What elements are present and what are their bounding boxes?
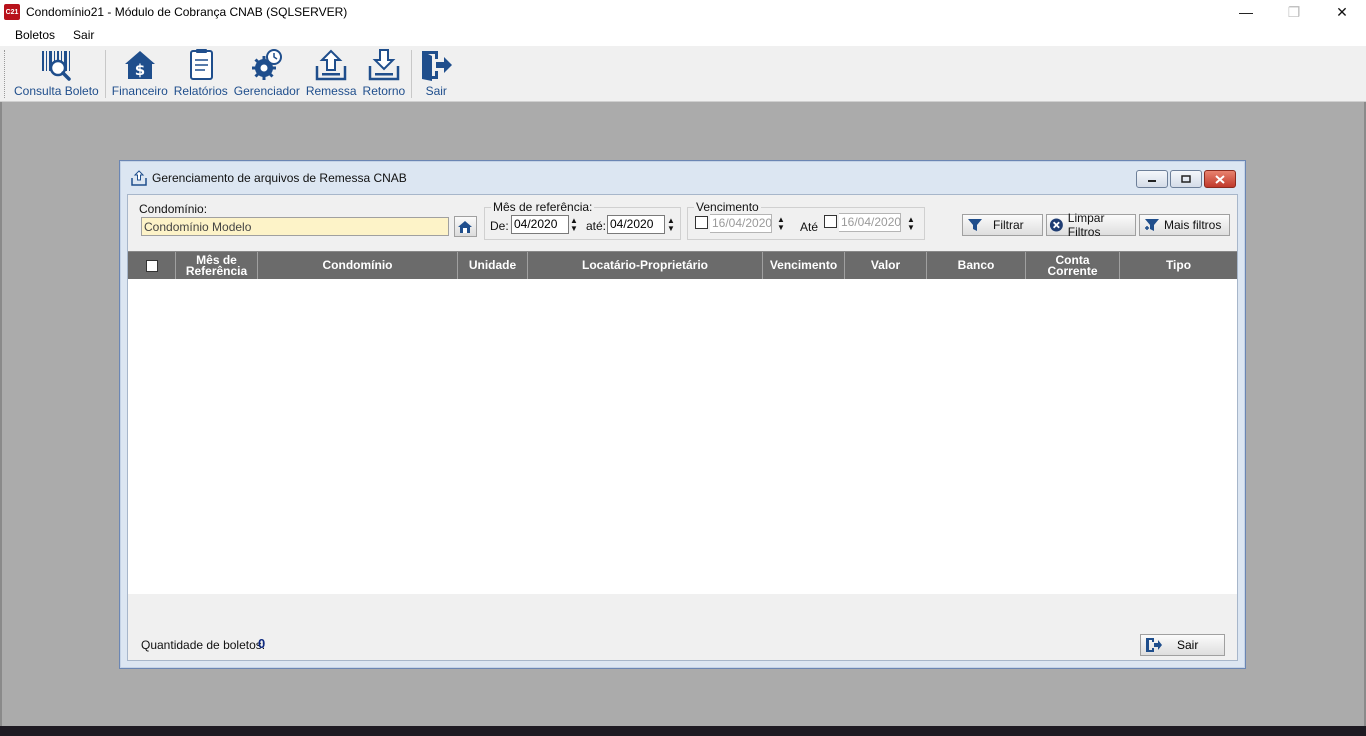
- vencimento-legend: Vencimento: [694, 200, 761, 214]
- financeiro-label: Financeiro: [111, 84, 168, 98]
- mes-de-spinner[interactable]: ▲ ▼: [569, 215, 579, 234]
- gear-clock-icon: [251, 49, 282, 80]
- download-icon: [368, 49, 400, 81]
- restore-button[interactable]: ❐: [1270, 0, 1318, 24]
- exit-door-icon: [1146, 638, 1162, 652]
- upload-icon: [131, 170, 147, 186]
- mais-filtros-button[interactable]: Mais filtros: [1139, 214, 1230, 236]
- ate-label: até:: [586, 219, 607, 233]
- minimize-icon: [1148, 180, 1156, 182]
- child-window-controls: [1136, 170, 1236, 188]
- app-icon: C21: [4, 4, 20, 20]
- quantidade-boletos-label: Quantidade de boletos:: [141, 638, 266, 652]
- house-dollar-icon: $: [124, 51, 155, 79]
- condominio-field[interactable]: Condomínio Modelo: [141, 217, 449, 236]
- close-icon: [1215, 174, 1225, 184]
- remessa-window: Gerenciamento de arquivos de Remessa CNA…: [119, 160, 1246, 669]
- mes-referencia-legend: Mês de referência:: [491, 200, 595, 214]
- consulta-boleto-button[interactable]: Consulta Boleto: [11, 46, 102, 98]
- child-maximize-button[interactable]: [1170, 170, 1202, 188]
- minimize-button[interactable]: —: [1222, 0, 1270, 24]
- vencimento-ate-label: Até: [800, 220, 819, 234]
- menu-bar: Boletos Sair: [0, 24, 1366, 46]
- mes-de-input[interactable]: 04/2020: [511, 215, 569, 234]
- relatorios-label: Relatórios: [173, 84, 228, 98]
- vencimento-ate-checkbox[interactable]: [824, 215, 837, 228]
- close-button[interactable]: ✕: [1318, 0, 1366, 24]
- gerenciador-label: Gerenciador: [233, 84, 300, 98]
- toolbar-sair-label: Sair: [425, 84, 447, 98]
- header-select-all[interactable]: [128, 252, 176, 279]
- header-locatario-proprietario[interactable]: Locatário-Proprietário: [528, 252, 763, 279]
- toolbar-separator: [104, 50, 106, 98]
- header-conta-corrente[interactable]: Conta Corrente: [1026, 252, 1120, 279]
- limpar-filtros-button[interactable]: Limpar Filtros: [1046, 211, 1136, 239]
- mais-filtros-label: Mais filtros: [1164, 218, 1222, 232]
- quantidade-boletos-value: 0: [258, 636, 266, 651]
- vencimento-ate-spinner[interactable]: ▲ ▼: [906, 214, 916, 233]
- grid-header: Mês de Referência Condomínio Unidade Loc…: [128, 252, 1237, 279]
- header-banco[interactable]: Banco: [927, 252, 1026, 279]
- report-icon: [189, 49, 213, 80]
- child-title-bar[interactable]: Gerenciamento de arquivos de Remessa CNA…: [120, 161, 1245, 195]
- window-controls: — ❐ ✕: [1222, 0, 1366, 24]
- header-valor[interactable]: Valor: [845, 252, 927, 279]
- menu-boletos[interactable]: Boletos: [0, 24, 64, 46]
- header-mes-referencia[interactable]: Mês de Referência: [176, 252, 258, 279]
- vencimento-de-checkbox[interactable]: [695, 216, 708, 229]
- mes-ate-spinner[interactable]: ▲ ▼: [666, 215, 676, 234]
- consulta-boleto-label: Consulta Boleto: [14, 84, 99, 98]
- limpar-filtros-label: Limpar Filtros: [1067, 211, 1105, 239]
- de-label: De:: [490, 219, 509, 233]
- vencimento-group: Vencimento 16/04/2020 ▲ ▼ Até 16/04/2020 …: [687, 200, 925, 240]
- retorno-button[interactable]: Retorno: [360, 46, 409, 98]
- select-all-checkbox[interactable]: [145, 259, 158, 272]
- toolbar-separator: [411, 50, 413, 98]
- gerenciador-button[interactable]: Gerenciador: [231, 46, 303, 98]
- sair-label: Sair: [1177, 638, 1199, 652]
- mes-referencia-group: Mês de referência: De: 04/2020 ▲ ▼ até: 0…: [484, 200, 681, 240]
- condominio-search-button[interactable]: [454, 216, 477, 237]
- toolbar: Consulta Boleto $ Financeiro Relatórios: [0, 46, 1366, 102]
- building-search-icon: [457, 220, 472, 233]
- vencimento-ate-input[interactable]: 16/04/2020: [839, 213, 901, 232]
- sair-button[interactable]: Sair: [1140, 634, 1225, 656]
- upload-icon: [315, 49, 347, 81]
- clear-filter-icon: [1049, 218, 1063, 232]
- header-tipo[interactable]: Tipo: [1120, 252, 1237, 279]
- relatorios-button[interactable]: Relatórios: [171, 46, 231, 98]
- retorno-label: Retorno: [362, 84, 406, 98]
- child-title: Gerenciamento de arquivos de Remessa CNA…: [152, 171, 407, 185]
- toolbar-grip[interactable]: [4, 50, 8, 98]
- filter-plus-icon: [1145, 219, 1159, 231]
- menu-sair[interactable]: Sair: [64, 24, 103, 46]
- filter-icon: [968, 219, 982, 231]
- header-vencimento[interactable]: Vencimento: [763, 252, 845, 279]
- remessa-label: Remessa: [305, 84, 357, 98]
- maximize-icon: [1181, 175, 1191, 183]
- barcode-search-icon: [42, 51, 72, 81]
- remessa-button[interactable]: Remessa: [303, 46, 360, 98]
- vencimento-de-input[interactable]: 16/04/2020: [710, 214, 772, 233]
- svg-text:$: $: [135, 61, 145, 79]
- financeiro-button[interactable]: $ Financeiro: [109, 46, 171, 98]
- filtrar-label: Filtrar: [993, 218, 1024, 232]
- title-bar: C21 Condomínio21 - Módulo de Cobrança CN…: [0, 0, 1366, 24]
- mes-ate-input[interactable]: 04/2020: [607, 215, 665, 234]
- vencimento-de-spinner[interactable]: ▲ ▼: [776, 214, 786, 233]
- child-close-button[interactable]: [1204, 170, 1236, 188]
- taskbar: [0, 726, 1366, 736]
- header-condominio[interactable]: Condomínio: [258, 252, 458, 279]
- child-minimize-button[interactable]: [1136, 170, 1168, 188]
- window-title: Condomínio21 - Módulo de Cobrança CNAB (…: [26, 5, 348, 19]
- filtrar-button[interactable]: Filtrar: [962, 214, 1043, 236]
- child-body: Condomínio: Condomínio Modelo Mês de ref…: [127, 194, 1238, 661]
- toolbar-sair-button[interactable]: Sair: [415, 46, 457, 98]
- footer-area: Quantidade de boletos: 0 Sair: [128, 594, 1237, 660]
- boletos-grid[interactable]: Mês de Referência Condomínio Unidade Loc…: [128, 251, 1237, 594]
- exit-door-icon: [422, 51, 453, 81]
- header-unidade[interactable]: Unidade: [458, 252, 528, 279]
- condominio-label: Condomínio:: [139, 202, 208, 216]
